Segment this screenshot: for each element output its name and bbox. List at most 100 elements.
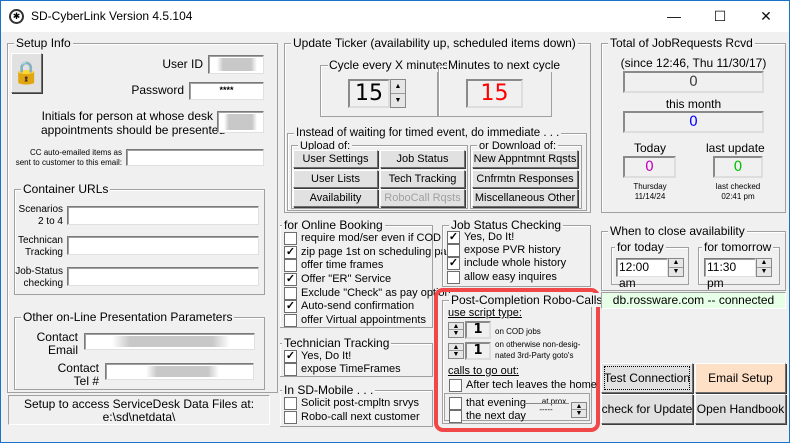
contact-tel-input[interactable] [105,363,254,380]
spin-up-icon[interactable]: ▲ [669,259,683,268]
test-connection-button[interactable]: Test Connection [601,363,693,393]
maximize-button[interactable]: ☐ [697,1,743,32]
contact-tel-label-line2: Tel # [73,374,99,388]
upload-tech-tracking-button[interactable]: Tech Tracking [380,170,465,188]
spin-up-icon[interactable]: ▲ [572,403,586,410]
cc-email-input[interactable] [126,149,264,166]
time-spinner[interactable]: ▲ ▼ [571,402,587,418]
today-close-time-input[interactable]: 12:00 am [616,258,668,290]
job-status-yes[interactable]: ✓ Yes, Do It! [443,231,593,245]
cod-spinner[interactable]: ▲ ▼ [448,322,464,338]
since-label: (since 12:46, Thu 11/30/17) [620,56,767,70]
sd-mobile-legend: In SD-Mobile . . . [282,383,376,397]
spin-down-icon[interactable]: ▼ [669,268,683,277]
checkbox[interactable] [447,271,460,284]
tech-tracking-yes[interactable]: ✓ Yes, Do It! [280,350,430,364]
after-tech-leaves[interactable]: After tech leaves the home [446,379,597,393]
spin-down-icon[interactable]: ▼ [391,94,405,108]
mobile-robocall-next[interactable]: Robo-call next customer [280,411,430,425]
spin-up-icon[interactable]: ▲ [449,344,463,351]
booking-option-2[interactable]: ✓ zip page 1st on scheduling page [280,246,459,260]
checkbox[interactable] [284,232,297,245]
other-script-value[interactable]: 1 [465,342,491,360]
checkbox[interactable] [449,379,462,392]
today-time-spinner[interactable]: ▲ ▼ [668,258,684,277]
booking-option-5[interactable]: Exclude "Check" as pay option [280,287,451,301]
initials-label-line2: appointments should be presented [41,123,226,137]
upload-user-settings-button[interactable]: User Settings [293,150,378,168]
cod-script-value[interactable]: 1 [465,321,491,339]
today-date: Thursday 11/14/24 [623,182,677,202]
download-confirmation-responses-button[interactable]: Cnfrmtn Responses [472,170,578,188]
download-misc-button[interactable]: Miscellaneous Other [472,189,578,207]
close-button[interactable]: ✕ [743,1,789,32]
spin-down-icon[interactable]: ▼ [757,268,771,277]
other-spinner[interactable]: ▲ ▼ [448,343,464,359]
tech-tracking-timeframes[interactable]: expose TimeFrames [280,363,430,377]
checkbox[interactable] [284,397,297,410]
sd-mobile-group: In SD-Mobile . . . Solicit post-cmpltn s… [280,383,433,427]
tech-tracking-url-input[interactable] [67,236,259,255]
job-status-whole-history[interactable]: ✓ include whole history [443,257,593,271]
download-appointment-requests-button[interactable]: New Appntmnt Rqsts [472,150,578,168]
upload-user-lists-button[interactable]: User Lists [293,170,378,188]
last-update-count: 0 [713,156,763,178]
checkbox[interactable] [449,397,462,410]
checkbox[interactable]: ✓ [284,300,297,313]
job-status-url-input[interactable] [67,267,259,286]
upload-job-status-button[interactable]: Job Status [380,150,465,168]
checkbox[interactable] [284,363,297,376]
minimize-button[interactable]: — [651,1,697,32]
lock-button[interactable]: 🔒 [11,53,42,93]
checkbox[interactable] [284,314,297,327]
booking-option-3[interactable]: offer time frames [280,259,430,273]
checkbox[interactable]: ✓ [284,350,297,363]
check-for-update-button[interactable]: check for Update [601,394,693,424]
checkbox-label: include whole history [464,257,567,269]
initials-input[interactable] [217,111,264,133]
scenarios-url-input[interactable] [67,206,259,225]
tomorrow-close-time-input[interactable]: 11:30 pm [704,258,756,290]
contact-email-input[interactable] [84,333,255,350]
spin-up-icon[interactable]: ▲ [391,80,405,94]
email-setup-button[interactable]: Email Setup [695,363,786,393]
job-status-checking-group: Job Status Checking ✓ Yes, Do It! expose … [442,218,593,287]
cycle-legend: Cycle every X minutes [328,58,450,72]
booking-option-1[interactable]: require mod/ser even if COD [280,232,441,246]
setup-info-legend: Setup Info [14,36,73,50]
today-day: Thursday [633,182,667,191]
for-today-legend: for today [615,240,666,254]
padlock-icon: 🔒 [12,60,41,85]
booking-option-4[interactable]: ✓ Offer "ER" Service [280,273,430,287]
checkbox[interactable] [284,287,297,300]
spin-down-icon[interactable]: ▼ [449,330,463,337]
job-status-easy-inquires[interactable]: allow easy inquires [443,271,593,285]
checkbox[interactable]: ✓ [284,246,297,259]
job-status-pvr[interactable]: expose PVR history [443,244,593,258]
checkbox[interactable] [449,410,462,423]
spin-up-icon[interactable]: ▲ [449,323,463,330]
open-handbook-button[interactable]: Open Handbook [695,394,786,424]
job-status-label-line2: checking [23,278,63,289]
mobile-solicit-surveys[interactable]: Solicit post-cmpltn srvys [280,397,430,411]
tomorrow-time-spinner[interactable]: ▲ ▼ [756,258,772,277]
checkbox[interactable] [447,244,460,257]
cycle-spinner[interactable]: ▲ ▼ [390,79,406,108]
spin-down-icon[interactable]: ▼ [572,410,586,417]
scenarios-label: Scenarios 2 to 4 [15,204,63,228]
checkbox[interactable]: ✓ [447,257,460,270]
spin-up-icon[interactable]: ▲ [757,259,771,268]
cycle-minutes-value[interactable]: 15 [348,79,390,108]
checkbox[interactable]: ✓ [447,231,460,244]
checkbox[interactable] [284,411,297,424]
spin-down-icon[interactable]: ▼ [449,351,463,358]
checkbox[interactable] [284,259,297,272]
booking-option-7[interactable]: offer Virtual appointments [280,314,430,328]
totals-legend: Total of JobRequests Rcvd [608,36,755,50]
upload-availability-button[interactable]: Availability [293,189,378,207]
password-input[interactable]: **** [189,82,264,100]
booking-option-6[interactable]: ✓ Auto-send confirmation [280,300,430,314]
time-value[interactable]: ----- [523,403,569,417]
checkbox[interactable]: ✓ [284,273,297,286]
user-id-input[interactable] [208,55,264,74]
